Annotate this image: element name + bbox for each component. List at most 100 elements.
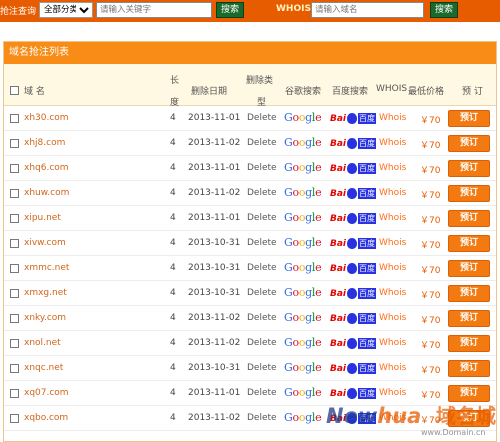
baidu-search-link[interactable]: Bai 百度 xyxy=(330,186,377,201)
order-button[interactable]: 预订 xyxy=(448,385,490,402)
baidu-search-link[interactable]: Bai 百度 xyxy=(330,111,377,126)
whois-link[interactable]: Whois xyxy=(379,313,406,323)
whois-link[interactable]: Whois xyxy=(379,188,406,198)
domain-input[interactable] xyxy=(311,2,424,18)
google-search-link[interactable]: Google xyxy=(284,386,322,399)
google-search-link[interactable]: Google xyxy=(284,186,322,199)
google-search-link[interactable]: Google xyxy=(284,336,322,349)
baidu-search-link[interactable]: Bai 百度 xyxy=(330,261,377,276)
google-logo-letter: G xyxy=(284,211,293,224)
order-button[interactable]: 预订 xyxy=(448,260,490,277)
domain-length: 4 xyxy=(170,338,176,348)
row-checkbox[interactable] xyxy=(10,264,19,273)
delete-type: Delete xyxy=(247,238,277,248)
col-price: 最低价格 xyxy=(408,87,445,97)
row-checkbox[interactable] xyxy=(10,364,19,373)
whois-link[interactable]: Whois xyxy=(379,338,406,348)
whois-link[interactable]: Whois xyxy=(379,413,406,423)
google-logo-letter: e xyxy=(315,236,322,249)
order-button[interactable]: 预订 xyxy=(448,335,490,352)
google-search-link[interactable]: Google xyxy=(284,161,322,174)
google-logo-letter: G xyxy=(284,411,293,424)
baidu-search-link[interactable]: Bai 百度 xyxy=(330,361,377,376)
row-checkbox[interactable] xyxy=(10,414,19,423)
delete-date: 2013-11-02 xyxy=(188,413,241,423)
baidu-search-link[interactable]: Bai 百度 xyxy=(330,136,377,151)
row-checkbox[interactable] xyxy=(10,214,19,223)
category-select[interactable]: 全部分类 xyxy=(39,2,93,18)
baidu-paw-icon xyxy=(347,188,358,199)
domain-link[interactable]: xmmc.net xyxy=(24,263,69,273)
google-search-link[interactable]: Google xyxy=(284,361,322,374)
baidu-search-link[interactable]: Bai 百度 xyxy=(330,386,377,401)
order-button[interactable]: 预订 xyxy=(448,285,490,302)
domain-link[interactable]: xnol.net xyxy=(24,338,61,348)
google-search-link[interactable]: Google xyxy=(284,411,322,424)
order-button[interactable]: 预订 xyxy=(448,210,490,227)
keyword-input[interactable] xyxy=(96,2,212,18)
search-button[interactable]: 搜索 xyxy=(216,2,244,18)
domain-link[interactable]: xipu.net xyxy=(24,213,61,223)
row-checkbox[interactable] xyxy=(10,389,19,398)
order-button[interactable]: 预订 xyxy=(448,135,490,152)
delete-date: 2013-11-01 xyxy=(188,163,241,173)
domain-link[interactable]: xnqc.net xyxy=(24,363,63,373)
baidu-search-link[interactable]: Bai 百度 xyxy=(330,161,377,176)
order-button[interactable]: 预订 xyxy=(448,160,490,177)
google-search-link[interactable]: Google xyxy=(284,236,322,249)
row-checkbox[interactable] xyxy=(10,239,19,248)
whois-link[interactable]: Whois xyxy=(379,238,406,248)
row-checkbox[interactable] xyxy=(10,114,19,123)
baidu-search-link[interactable]: Bai 百度 xyxy=(330,286,377,301)
whois-link[interactable]: Whois xyxy=(379,138,406,148)
baidu-logo-cn: 百度 xyxy=(358,213,377,224)
whois-link[interactable]: Whois xyxy=(379,213,406,223)
order-button[interactable]: 预订 xyxy=(448,185,490,202)
row-checkbox[interactable] xyxy=(10,164,19,173)
domain-link[interactable]: xq07.com xyxy=(24,388,69,398)
google-search-link[interactable]: Google xyxy=(284,286,322,299)
google-search-link[interactable]: Google xyxy=(284,311,322,324)
google-search-link[interactable]: Google xyxy=(284,136,322,149)
order-button[interactable]: 预订 xyxy=(448,360,490,377)
baidu-search-link[interactable]: Bai 百度 xyxy=(330,311,377,326)
order-button[interactable]: 预订 xyxy=(448,110,490,127)
row-checkbox[interactable] xyxy=(10,289,19,298)
row-checkbox[interactable] xyxy=(10,139,19,148)
google-logo-letter: g xyxy=(305,311,312,324)
domain-link[interactable]: xhq6.com xyxy=(24,163,69,173)
domain-link[interactable]: xnky.com xyxy=(24,313,66,323)
whois-link[interactable]: Whois xyxy=(379,263,406,273)
baidu-search-link[interactable]: Bai 百度 xyxy=(330,211,377,226)
google-logo-letter: g xyxy=(305,186,312,199)
order-button[interactable]: 预订 xyxy=(448,410,490,427)
order-button[interactable]: 预订 xyxy=(448,235,490,252)
order-button[interactable]: 预订 xyxy=(448,310,490,327)
whois-link[interactable]: Whois xyxy=(379,388,406,398)
row-checkbox[interactable] xyxy=(10,314,19,323)
google-logo-letter: g xyxy=(305,211,312,224)
domain-link[interactable]: xhj8.com xyxy=(24,138,65,148)
select-all-checkbox[interactable] xyxy=(10,86,19,95)
domain-link[interactable]: xivw.com xyxy=(24,238,66,248)
google-search-link[interactable]: Google xyxy=(284,261,322,274)
google-search-link[interactable]: Google xyxy=(284,111,322,124)
google-logo-letter: g xyxy=(305,161,312,174)
whois-link[interactable]: Whois xyxy=(379,163,406,173)
baidu-search-link[interactable]: Bai 百度 xyxy=(330,336,377,351)
google-search-link[interactable]: Google xyxy=(284,211,322,224)
domain-link[interactable]: xmxg.net xyxy=(24,288,67,298)
baidu-search-link[interactable]: Bai 百度 xyxy=(330,411,377,426)
whois-link[interactable]: Whois xyxy=(379,288,406,298)
whois-search-button[interactable]: 搜索 xyxy=(430,2,458,18)
whois-link[interactable]: Whois xyxy=(379,363,406,373)
min-price: ￥70 xyxy=(420,291,441,301)
row-checkbox[interactable] xyxy=(10,189,19,198)
row-checkbox[interactable] xyxy=(10,339,19,348)
domain-link[interactable]: xh30.com xyxy=(24,113,69,123)
domain-link[interactable]: xhuw.com xyxy=(24,188,69,198)
delete-date: 2013-11-02 xyxy=(188,338,241,348)
domain-link[interactable]: xqbo.com xyxy=(24,413,68,423)
baidu-search-link[interactable]: Bai 百度 xyxy=(330,236,377,251)
whois-link[interactable]: Whois xyxy=(379,113,406,123)
